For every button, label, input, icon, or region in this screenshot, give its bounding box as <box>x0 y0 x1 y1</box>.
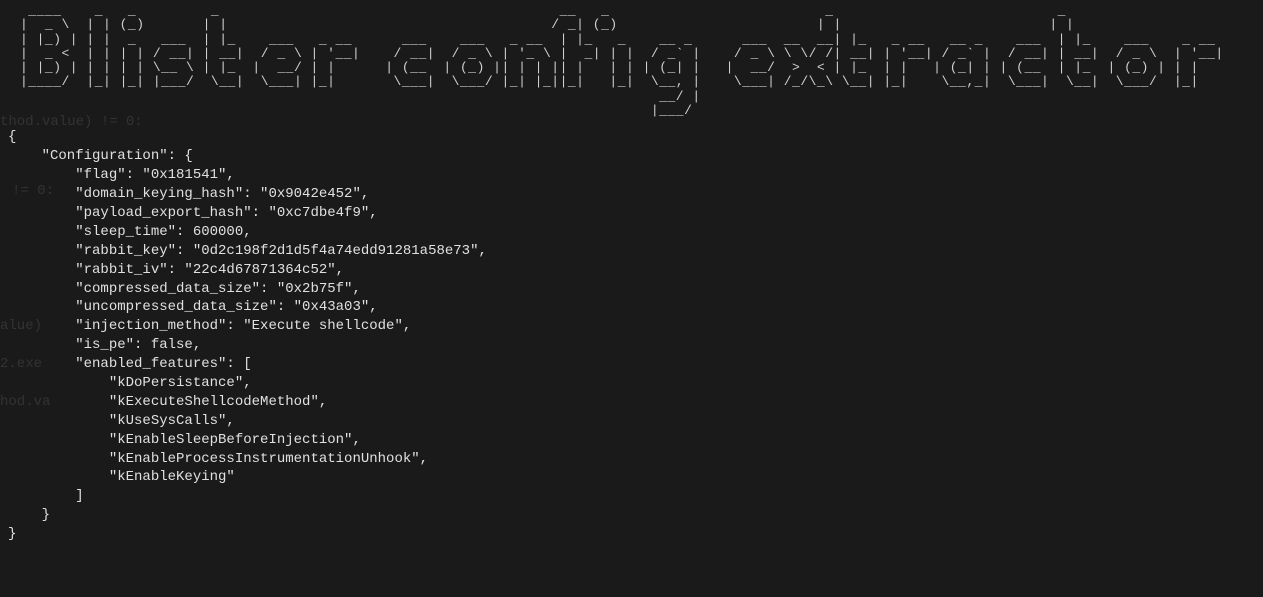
ascii-banner: ____ _ _ _ __ _ _ _ | _ \ | | (_) | | <box>0 0 1263 118</box>
json-output: { "Configuration": { "flag": "0x181541",… <box>0 118 1263 544</box>
